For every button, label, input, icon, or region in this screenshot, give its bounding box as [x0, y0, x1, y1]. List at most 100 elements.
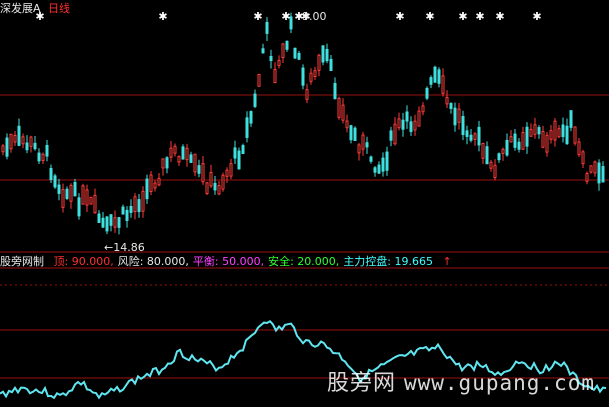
candle-body [269, 55, 273, 62]
candle-body [229, 163, 233, 177]
candle-body [573, 126, 577, 144]
candle-body [89, 196, 93, 205]
candle-body [473, 133, 477, 140]
candle-body [437, 69, 441, 84]
candle-body [237, 150, 241, 170]
candle-body [325, 48, 329, 62]
candle-body [581, 151, 585, 165]
candle-body [481, 142, 485, 159]
candle-body [317, 54, 321, 71]
candle-body [533, 124, 537, 135]
candle-body [305, 89, 309, 100]
candle-body [461, 116, 465, 136]
candle-body [69, 184, 73, 202]
candle-body [397, 118, 401, 129]
candle-body [505, 139, 509, 156]
candle-body [541, 130, 545, 148]
candle-body [41, 153, 45, 161]
candle-body [321, 45, 325, 63]
candle-body [309, 72, 313, 82]
candle-body [433, 66, 437, 83]
candle-body [357, 144, 361, 154]
candle-body [497, 153, 501, 161]
candle-body [313, 70, 317, 77]
candle-body [385, 151, 389, 171]
indicator-item: 主力控盘: 19.665 [343, 255, 434, 268]
candle-body [225, 169, 229, 177]
candle-body [329, 58, 333, 72]
candle-body [77, 197, 81, 217]
candle-body [381, 157, 385, 172]
candle-body [549, 130, 553, 140]
candle-body [137, 199, 141, 213]
candle-body [421, 105, 425, 113]
candle-body [509, 136, 513, 143]
candle-body [169, 147, 173, 158]
candle-body [261, 48, 265, 54]
candle-body [277, 59, 281, 66]
candle-body [513, 133, 517, 148]
candle-body [521, 131, 525, 150]
candle-body [413, 120, 417, 131]
indicator-name[interactable]: 股旁网制 [0, 255, 44, 268]
candle-body [145, 178, 149, 200]
candle-body [553, 120, 557, 141]
candle-body [353, 127, 357, 141]
candle-body [593, 161, 597, 174]
candle-body [477, 126, 481, 146]
candle-body [345, 120, 349, 129]
candle-body [361, 134, 365, 150]
candle-body [173, 145, 177, 154]
candle-body [1, 145, 5, 153]
candle-body [257, 73, 261, 87]
candle-body [545, 134, 549, 153]
period-label[interactable]: 日线 [48, 2, 70, 15]
candle-body [389, 130, 393, 141]
candle-body [109, 214, 113, 226]
candle-body [561, 124, 565, 138]
watermark: 股旁网 www.gupang.com [327, 365, 595, 397]
candle-body [33, 142, 37, 150]
candle-body [285, 40, 289, 50]
candle-body [409, 121, 413, 132]
candle-body [441, 75, 445, 94]
candle-body [97, 213, 101, 223]
candle-body [101, 217, 105, 228]
candle-body [165, 157, 169, 169]
candle-body [121, 206, 125, 215]
candle-body [117, 217, 121, 228]
candle-body [281, 43, 285, 59]
candle-body [485, 146, 489, 165]
candle-body [449, 102, 453, 109]
candle-body [197, 165, 201, 174]
indicator-item: 风险: 80.000, [117, 255, 189, 268]
candle-body [49, 167, 53, 180]
candle-body [265, 21, 269, 34]
stock-name[interactable]: 深发展A [0, 2, 41, 15]
candle-body [417, 110, 421, 127]
candle-body [157, 177, 161, 186]
candle-body [517, 141, 521, 150]
candle-body [577, 141, 581, 156]
candle-body [133, 196, 137, 213]
candle-body [209, 171, 213, 187]
candle-body [293, 47, 297, 59]
candle-body [253, 93, 257, 107]
candle-body [493, 164, 497, 179]
chart-canvas[interactable]: ✱ ✱ ✱ ✱ ✱✱ ✱ ✱ ✱ ✱ ✱ ✱ 9.00 ←14.86 [0, 0, 609, 407]
candle-body [53, 175, 57, 188]
up-arrow-icon: ↑ [442, 255, 452, 268]
candle-body [601, 166, 605, 183]
candle-body [233, 147, 237, 159]
candle-body [193, 153, 197, 173]
candle-body [61, 189, 65, 208]
candle-body [21, 136, 25, 145]
candle-body [529, 128, 533, 137]
candle-body [149, 174, 153, 193]
candle-body [405, 111, 409, 122]
candle-body [45, 144, 49, 157]
candle-body [273, 69, 277, 84]
candle-body [373, 167, 377, 173]
candle-body [597, 162, 601, 184]
candle-body [565, 125, 569, 145]
